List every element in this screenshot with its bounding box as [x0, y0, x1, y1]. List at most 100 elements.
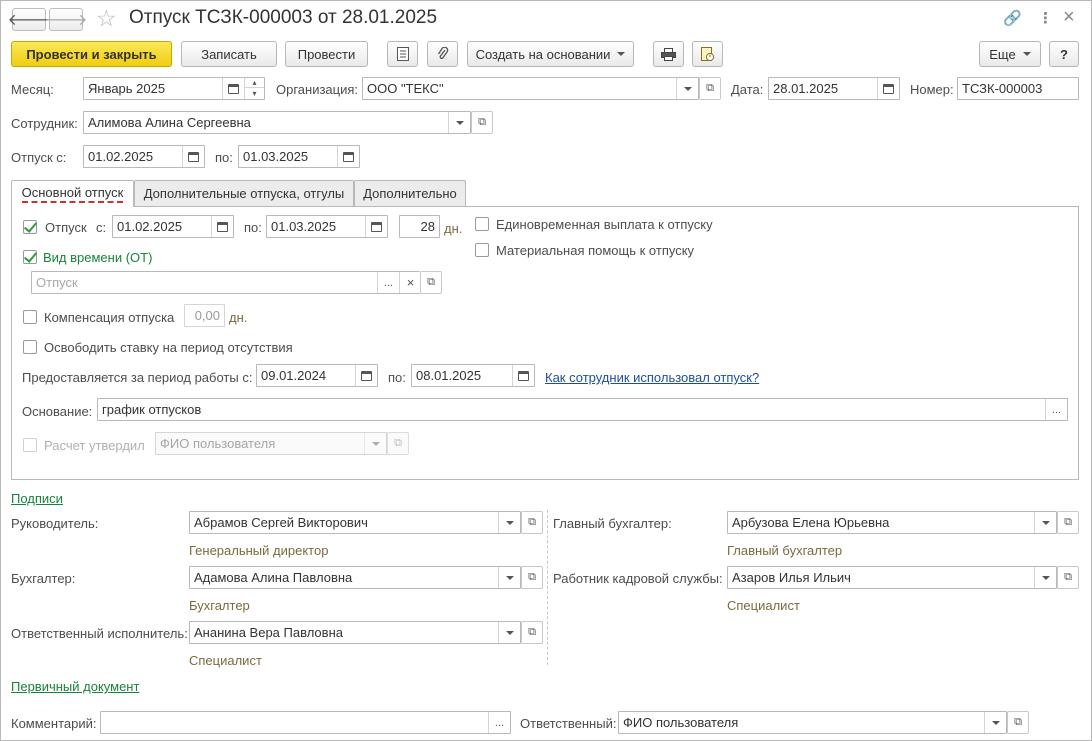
document-list-button[interactable]	[387, 41, 418, 67]
days-field[interactable]: 28	[399, 215, 440, 238]
date-field[interactable]: 28.01.2025	[768, 77, 900, 100]
dropdown-icon[interactable]	[984, 712, 1006, 733]
compensation-days-field[interactable]: 0,00	[184, 304, 225, 327]
calendar-icon[interactable]	[182, 146, 204, 167]
employee-field[interactable]: Алимова Алина Сергеевна	[83, 111, 471, 134]
open-icon[interactable]: ⧉	[420, 271, 442, 294]
chief-accountant-field[interactable]: Арбузова Елена Юрьевна	[727, 511, 1057, 534]
post-and-close-button[interactable]: Провести и закрыть	[11, 41, 172, 67]
calendar-icon[interactable]	[211, 216, 233, 237]
number-field[interactable]: ТСЗК-000003	[957, 77, 1079, 100]
open-icon[interactable]: ⧉	[387, 432, 409, 455]
tab-leave-to-field[interactable]: 01.03.2025	[266, 215, 388, 238]
manager-field[interactable]: Абрамов Сергей Викторович	[189, 511, 521, 534]
open-icon[interactable]: ⧉	[521, 621, 543, 644]
print-button[interactable]	[653, 41, 684, 67]
lump-sum-checkbox[interactable]	[475, 217, 489, 231]
basis-field[interactable]: график отпусков ...	[97, 398, 1068, 421]
executor-field[interactable]: Ананина Вера Павловна	[189, 621, 521, 644]
time-type-label: Вид времени (ОТ)	[43, 250, 153, 265]
dropdown-icon[interactable]	[498, 567, 520, 588]
comment-field[interactable]: ...	[100, 711, 511, 734]
tab-additional[interactable]: Дополнительно	[354, 180, 466, 206]
calendar-icon[interactable]	[512, 365, 534, 386]
material-aid-checkbox[interactable]	[475, 243, 489, 257]
open-icon[interactable]: ⧉	[1057, 511, 1079, 534]
hr-worker-field[interactable]: Азаров Илья Ильич	[727, 566, 1057, 589]
back-button[interactable]: 🡐	[8, 8, 50, 31]
organization-field[interactable]: ООО "ТЕКС"	[362, 77, 699, 100]
forward-arrow-icon: 🡒	[44, 12, 88, 29]
approved-user-field[interactable]: ФИО пользователя	[155, 432, 387, 455]
select-dots-button[interactable]: ...	[1045, 399, 1067, 420]
calendar-icon[interactable]	[365, 216, 387, 237]
tab-main-leave[interactable]: Основной отпуск	[11, 180, 134, 207]
spin-up-icon[interactable]: ▴	[244, 78, 264, 88]
approved-checkbox[interactable]	[23, 438, 37, 452]
open-icon[interactable]: ⧉	[471, 111, 493, 134]
open-icon[interactable]: ⧉	[1057, 566, 1079, 589]
report-document-icon	[700, 46, 714, 61]
open-icon[interactable]: ⧉	[521, 566, 543, 589]
post-button[interactable]: Провести	[285, 41, 368, 67]
dropdown-icon[interactable]	[676, 78, 698, 99]
calendar-icon[interactable]	[337, 146, 359, 167]
hr-worker-label: Работник кадровой службы:	[553, 571, 723, 586]
spin-down-icon[interactable]: ▾	[244, 88, 264, 99]
month-label: Месяц:	[11, 82, 54, 97]
calendar-icon[interactable]	[222, 78, 244, 99]
leave-from-field[interactable]: 01.02.2025	[83, 145, 205, 168]
period-to-field[interactable]: 08.01.2025	[411, 364, 535, 387]
close-icon[interactable]: ×	[1063, 6, 1075, 29]
more-button[interactable]: Еще	[979, 41, 1041, 67]
dropdown-icon[interactable]	[498, 622, 520, 643]
calendar-icon[interactable]	[877, 78, 899, 99]
leave-from-label: Отпуск с:	[11, 150, 67, 165]
dropdown-icon[interactable]	[498, 512, 520, 533]
leave-to-field[interactable]: 01.03.2025	[238, 145, 360, 168]
accountant-label: Бухгалтер:	[11, 571, 76, 586]
dropdown-icon[interactable]	[1034, 512, 1056, 533]
number-label: Номер:	[910, 82, 954, 97]
select-dots-button[interactable]: ...	[488, 712, 510, 733]
select-dots-button[interactable]: ...	[377, 272, 399, 293]
tab-additional-leaves[interactable]: Дополнительные отпуска, отгулы	[134, 180, 354, 206]
favorite-star-icon[interactable]: ☆	[96, 5, 117, 32]
link-icon[interactable]: 🔗	[1003, 9, 1022, 27]
month-field[interactable]: Январь 2025 ▴ ▾	[83, 77, 265, 100]
free-rate-checkbox[interactable]	[23, 340, 37, 354]
open-icon[interactable]: ⧉	[1007, 711, 1029, 734]
leave-checkbox[interactable]	[23, 220, 37, 234]
create-based-on-button[interactable]: Создать на основании	[467, 41, 634, 67]
signatures-link[interactable]: Подписи	[11, 491, 63, 506]
date-label: Дата:	[731, 82, 764, 97]
compensation-checkbox[interactable]	[23, 310, 37, 324]
calendar-icon[interactable]	[355, 365, 377, 386]
how-used-leave-link[interactable]: Как сотрудник использовал отпуск?	[545, 370, 759, 385]
more-actions-icon[interactable]: ⋮	[1038, 9, 1053, 27]
chief-accountant-label: Главный бухгалтер:	[553, 516, 672, 531]
forward-button[interactable]: 🡒	[45, 8, 87, 31]
open-icon[interactable]: ⧉	[521, 511, 543, 534]
employee-label: Сотрудник:	[11, 116, 78, 131]
tab-leave-from-field[interactable]: 01.02.2025	[112, 215, 234, 238]
responsible-field[interactable]: ФИО пользователя	[618, 711, 1007, 734]
attach-file-button[interactable]	[427, 41, 458, 67]
dropdown-icon[interactable]	[364, 433, 386, 454]
dropdown-icon[interactable]	[448, 112, 470, 133]
clear-icon[interactable]: ×	[399, 272, 421, 293]
time-type-checkbox[interactable]	[23, 250, 37, 264]
help-button[interactable]: ?	[1049, 41, 1079, 67]
dropdown-icon[interactable]	[1034, 567, 1056, 588]
primary-document-link[interactable]: Первичный документ	[11, 679, 139, 694]
report-button[interactable]	[692, 41, 723, 67]
accountant-field[interactable]: Адамова Алина Павловна	[189, 566, 521, 589]
time-type-field[interactable]: Отпуск ... ×	[31, 271, 421, 294]
period-from-field[interactable]: 09.01.2024	[256, 364, 378, 387]
leave-from-label: с:	[96, 220, 107, 235]
period-label: Предоставляется за период работы с:	[22, 370, 253, 385]
free-rate-label: Освободить ставку на период отсутствия	[44, 340, 293, 355]
open-icon[interactable]: ⧉	[699, 77, 721, 100]
manager-label: Руководитель:	[11, 516, 99, 531]
save-button[interactable]: Записать	[181, 41, 277, 67]
